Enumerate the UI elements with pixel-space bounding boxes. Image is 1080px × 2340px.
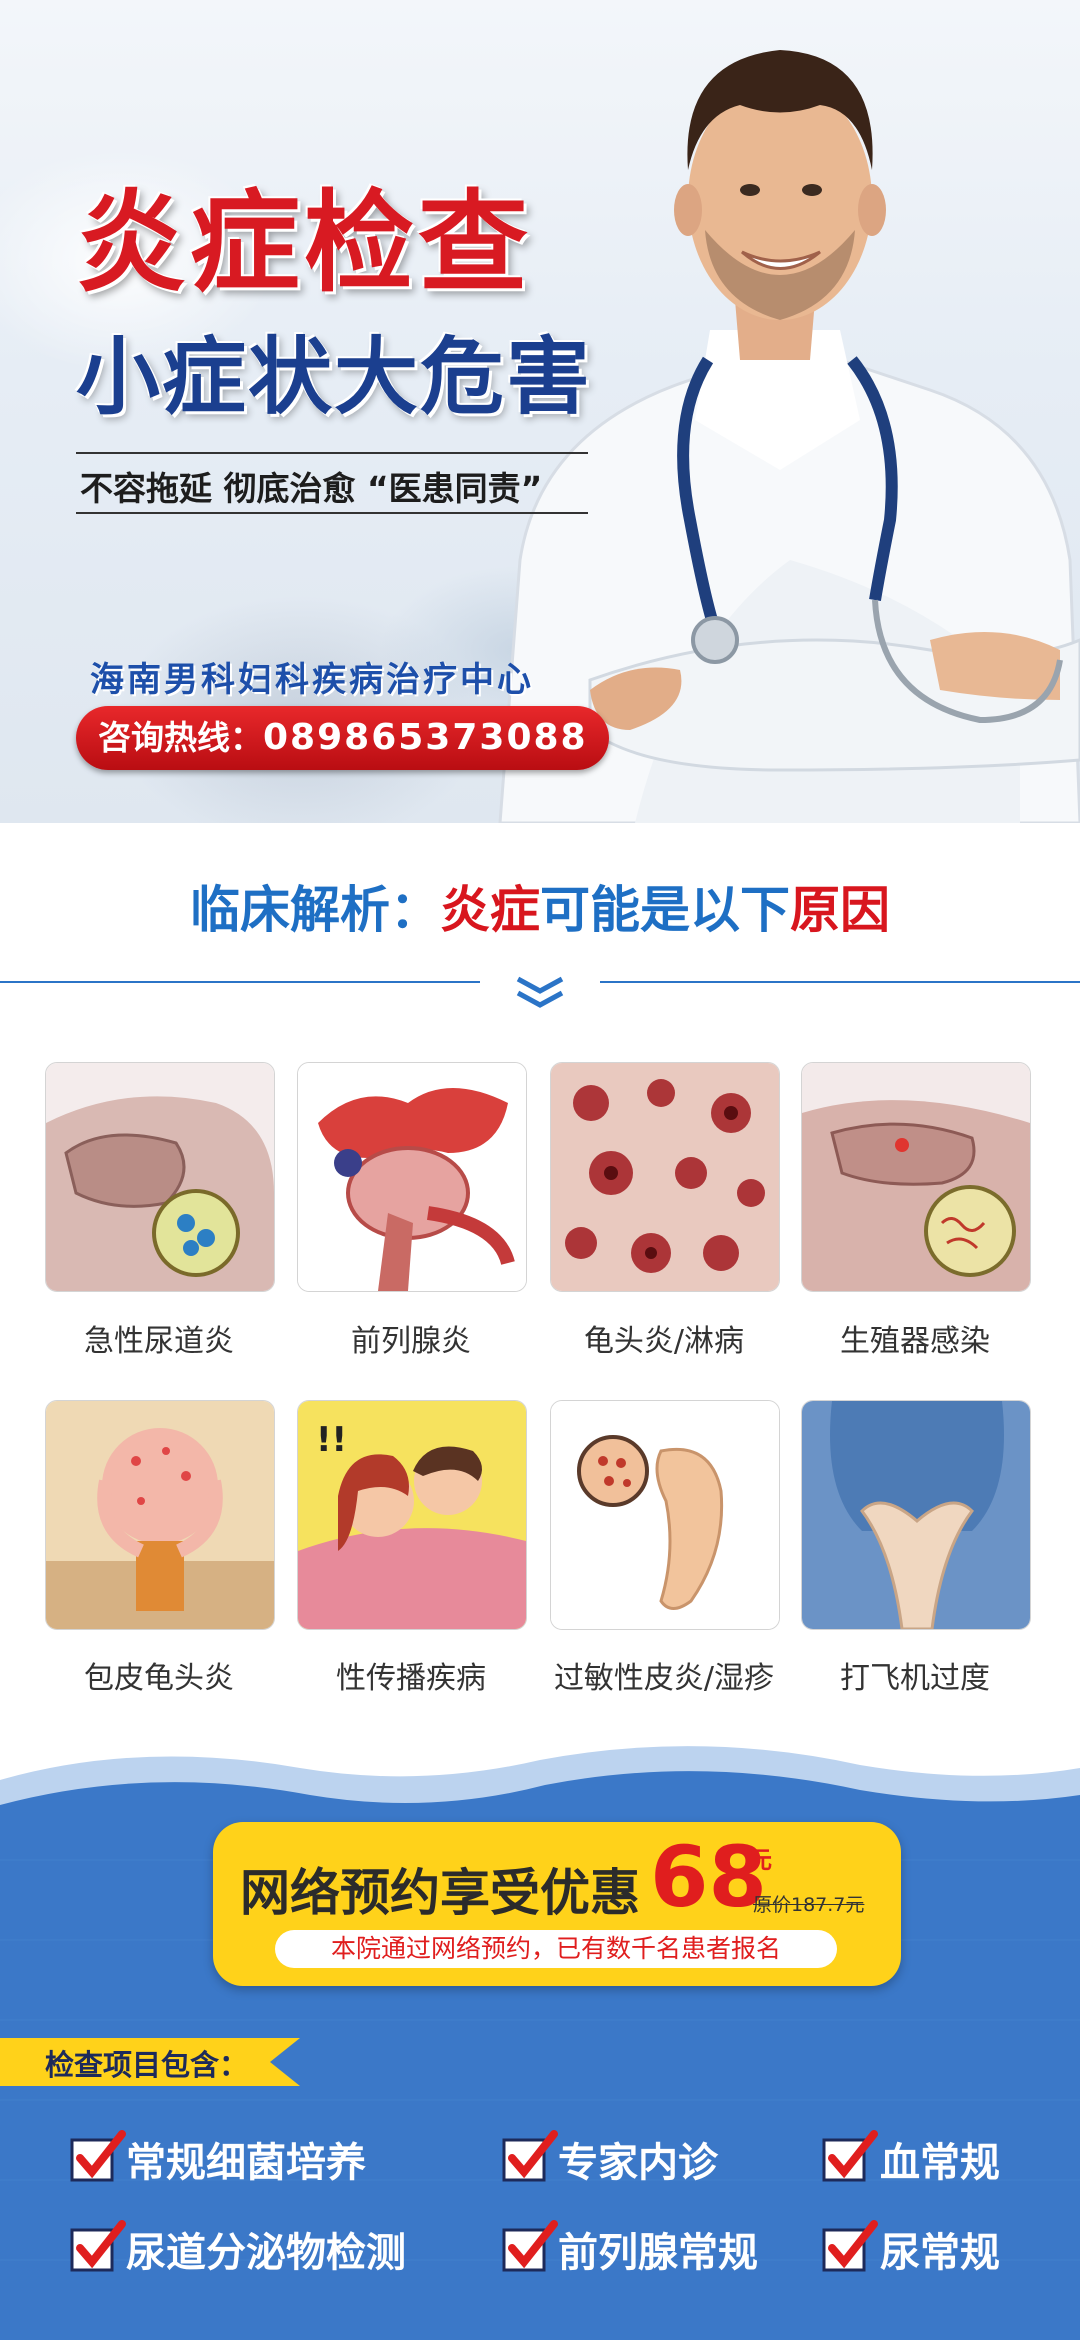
condition-card-7[interactable]	[550, 1400, 780, 1630]
condition-card-6[interactable]: !!	[297, 1400, 527, 1630]
slogan-bottom-rule	[76, 512, 588, 514]
chevron-down-icon	[516, 976, 564, 1008]
condition-label-1: 急性尿道炎	[84, 1324, 234, 1359]
checkbox-checked-icon	[70, 2130, 126, 2182]
checkbox-checked-icon	[70, 2220, 126, 2272]
condition-card-1[interactable]	[45, 1062, 275, 1292]
condition-label-2: 前列腺炎	[351, 1324, 471, 1359]
checkbox-checked-icon	[822, 2220, 878, 2272]
hero-banner: 炎症检查 小症状大危害 不容拖延 彻底治愈 “医患同责” 海南男科妇科疾病治疗中…	[0, 0, 1080, 823]
rash-illustration	[551, 1401, 779, 1629]
checklist-heading: 检查项目包含：	[45, 2048, 249, 2082]
condition-label-3: 龟头炎/淋病	[583, 1324, 745, 1359]
condition-label-4: 生殖器感染	[840, 1324, 990, 1359]
checklist-item-4: 尿道分泌物检测	[126, 2230, 406, 2276]
condition-label-6: 性传播疾病	[336, 1661, 486, 1696]
promo-subtitle: 本院通过网络预约，已有数千名患者报名	[275, 1930, 837, 1968]
hero-slogan: 不容拖延 彻底治愈 “医患同责”	[80, 469, 543, 508]
checklist-item-6: 尿常规	[880, 2230, 1000, 2276]
clinic-name: 海南男科妇科疾病治疗中心	[90, 660, 534, 700]
hotline-label: 咨询热线：	[98, 718, 263, 757]
condition-label-8: 打飞机过度	[840, 1661, 990, 1696]
svg-text:!!: !!	[316, 1420, 347, 1460]
slogan-top-rule	[76, 452, 588, 454]
urethritis-illustration	[46, 1063, 274, 1291]
hotline-button[interactable]: 咨询热线：089865373088	[76, 706, 609, 770]
condition-card-2[interactable]	[297, 1062, 527, 1292]
microscope-cells-illustration	[551, 1063, 779, 1291]
condition-card-4[interactable]	[801, 1062, 1031, 1292]
analysis-prefix: 临床解析：	[190, 881, 440, 939]
analysis-heading: 临床解析：炎症可能是以下原因	[0, 870, 1080, 942]
section-divider-left	[0, 981, 480, 983]
hands-illustration	[802, 1401, 1030, 1629]
hero-subtitle: 小症状大危害	[76, 328, 593, 426]
promo-unit: 元	[748, 1846, 772, 1874]
analysis-highlight-2: 原因	[790, 881, 890, 939]
checklist-item-3: 血常规	[880, 2140, 1000, 2186]
checkbox-checked-icon	[502, 2130, 558, 2182]
promo-title: 网络预约享受优惠	[240, 1864, 640, 1922]
hero-title: 炎症检查	[76, 179, 532, 307]
couple-cartoon-illustration: !!	[298, 1401, 526, 1629]
condition-label-7: 过敏性皮炎/湿疹	[553, 1661, 775, 1696]
condition-card-3[interactable]	[550, 1062, 780, 1292]
condition-card-8[interactable]	[801, 1400, 1031, 1630]
checklist-item-5: 前列腺常规	[558, 2230, 758, 2276]
prostate-illustration	[298, 1063, 526, 1291]
promo-original-price: 原价187.7元	[753, 1894, 865, 1916]
checklist-item-1: 常规细菌培养	[126, 2140, 366, 2186]
checklist-item-2: 专家内诊	[558, 2140, 718, 2186]
condition-label-5: 包皮龟头炎	[84, 1661, 234, 1696]
hotline-number[interactable]: 089865373088	[263, 717, 588, 758]
checkbox-checked-icon	[502, 2220, 558, 2272]
checkbox-checked-icon	[822, 2130, 878, 2182]
itching-cartoon-illustration	[46, 1401, 274, 1629]
condition-card-5[interactable]	[45, 1400, 275, 1630]
analysis-highlight-1: 炎症	[440, 881, 540, 939]
section-divider-right	[600, 981, 1080, 983]
analysis-middle: 可能是以下	[540, 881, 790, 939]
infection-illustration	[802, 1063, 1030, 1291]
